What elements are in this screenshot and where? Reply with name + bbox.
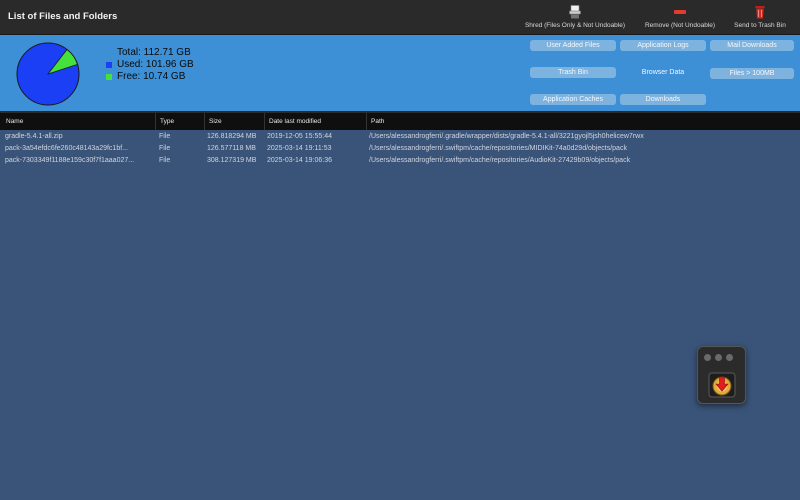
drop-target-icon bbox=[708, 372, 736, 398]
column-header-size[interactable]: Size bbox=[205, 113, 265, 130]
table-row[interactable]: pack-7303349f1188e159c30f7f1aaa027... Fi… bbox=[0, 155, 800, 167]
cell-path: /Users/alessandrogferri/.swiftpm/cache/r… bbox=[369, 145, 627, 152]
table-row[interactable]: pack-3a54efdc6fe260c48143a29fc1bf... Fil… bbox=[0, 143, 800, 155]
title-bar: List of Files and Folders Shred (Files O… bbox=[0, 0, 800, 35]
shredder-icon bbox=[520, 5, 630, 19]
cell-date: 2019-12-05 15:55:44 bbox=[267, 133, 332, 140]
trash-icon bbox=[705, 5, 800, 19]
widget-dot bbox=[704, 354, 711, 361]
free-storage: Free: 10.74 GB bbox=[117, 71, 186, 82]
widget-dot bbox=[715, 354, 722, 361]
cell-path: /Users/alessandrogferri/.gradle/wrapper/… bbox=[369, 133, 644, 140]
total-storage: Total: 112.71 GB bbox=[117, 47, 191, 58]
cell-type: File bbox=[159, 145, 171, 152]
shred-button[interactable]: Shred (Files Only & Not Undoable) bbox=[520, 5, 630, 29]
cell-name: pack-7303349f1188e159c30f7f1aaa027... bbox=[5, 157, 135, 164]
cell-date: 2025-03-14 19:06:36 bbox=[267, 157, 332, 164]
mail-downloads-button[interactable]: Mail Downloads bbox=[710, 40, 794, 51]
storage-pie-chart bbox=[16, 42, 80, 106]
user-added-files-button[interactable]: User Added Files bbox=[530, 40, 616, 51]
column-header-name[interactable]: Name bbox=[2, 113, 156, 130]
cell-date: 2025-03-14 19:11:53 bbox=[267, 145, 332, 152]
cell-type: File bbox=[159, 133, 171, 140]
trash-label: Send to Trash Bin bbox=[734, 22, 786, 29]
used-storage: Used: 101.96 GB bbox=[117, 59, 194, 70]
window-title: List of Files and Folders bbox=[8, 11, 118, 22]
column-header-date[interactable]: Date last modified bbox=[265, 113, 367, 130]
browser-data-button[interactable]: Browser Data bbox=[620, 67, 706, 78]
free-swatch bbox=[106, 74, 112, 80]
drop-widget[interactable] bbox=[697, 346, 746, 404]
cell-size: 308.127319 MB bbox=[207, 157, 257, 164]
trash-bin-button[interactable]: Trash Bin bbox=[530, 67, 616, 78]
used-swatch bbox=[106, 62, 112, 68]
cell-name: pack-3a54efdc6fe260c48143a29fc1bf... bbox=[5, 145, 128, 152]
cell-path: /Users/alessandrogferri/.swiftpm/cache/r… bbox=[369, 157, 631, 164]
cell-name: gradle-5.4.1-all.zip bbox=[5, 133, 63, 140]
files-over-100mb-button[interactable]: Files > 100MB bbox=[710, 68, 794, 79]
application-caches-button[interactable]: Application Caches bbox=[530, 94, 616, 105]
table-header: Name Type Size Date last modified Path bbox=[0, 113, 800, 130]
storage-panel: Total: 112.71 GB Used: 101.96 GB Free: 1… bbox=[0, 35, 800, 111]
cell-size: 126.818294 MB bbox=[207, 133, 257, 140]
downloads-button[interactable]: Downloads bbox=[620, 94, 706, 105]
file-list: gradle-5.4.1-all.zip File 126.818294 MB … bbox=[0, 130, 800, 500]
widget-dot bbox=[726, 354, 733, 361]
shred-label: Shred (Files Only & Not Undoable) bbox=[524, 22, 626, 29]
column-header-type[interactable]: Type bbox=[156, 113, 205, 130]
column-header-path[interactable]: Path bbox=[367, 113, 800, 130]
application-logs-button[interactable]: Application Logs bbox=[620, 40, 706, 51]
send-to-trash-button[interactable]: Send to Trash Bin bbox=[705, 5, 800, 29]
cell-size: 126.577118 MB bbox=[207, 145, 256, 152]
storage-summary: Total: 112.71 GB Used: 101.96 GB Free: 1… bbox=[106, 47, 194, 83]
cell-type: File bbox=[159, 157, 171, 164]
table-row[interactable]: gradle-5.4.1-all.zip File 126.818294 MB … bbox=[0, 131, 800, 143]
